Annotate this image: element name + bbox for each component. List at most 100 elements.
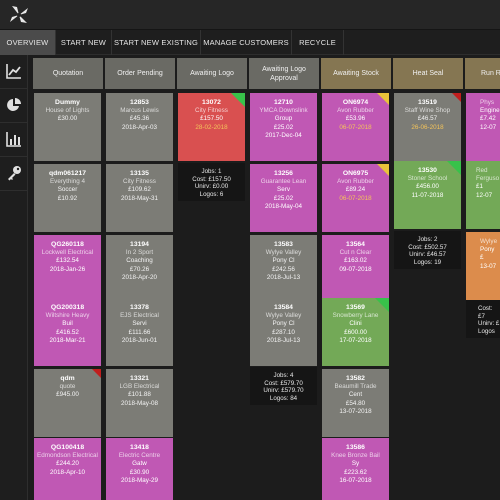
job-card[interactable]: 13519 Staff Wine Shop £46.57 26-06-2018: [394, 93, 461, 161]
job-detail: Engine: [480, 107, 500, 115]
job-detail: Pony Cl: [272, 257, 295, 265]
job-customer: Wylye Valley: [265, 312, 302, 320]
job-customer: Marcus Lewis: [120, 107, 159, 115]
job-number: 13584: [274, 304, 293, 311]
job-number: 13378: [130, 304, 149, 311]
job-card[interactable]: 13418 Electric Centre Gatw £30.90 2018-M…: [106, 438, 173, 500]
tab-overview[interactable]: OVERVIEW: [0, 30, 56, 55]
job-detail: Clini: [349, 320, 362, 328]
job-card[interactable]: Dummy House of Lights £30.00: [34, 93, 101, 161]
job-amount: £30.00: [57, 115, 78, 123]
tab-start-new-existing[interactable]: START NEW EXISTING: [112, 30, 201, 55]
column-header-awaiting-logo: Awaiting Logo: [177, 58, 247, 89]
line-chart-icon: [6, 64, 21, 79]
job-card[interactable]: ON6974 Avon Rubber £53.96 06-07-2018: [322, 93, 389, 161]
job-card[interactable]: qdm061217 Everything 4 Soccer £10.92: [34, 164, 101, 232]
summary-cost: Cost: £7: [478, 305, 493, 320]
job-card[interactable]: 13378 EJS Electrical Servi £111.66 2018-…: [106, 298, 173, 366]
job-number: 13564: [346, 241, 365, 248]
job-customer: Lockwell Electrical: [41, 249, 94, 257]
job-amount: £1: [476, 183, 484, 191]
job-card[interactable]: 13256 Guarantee Lean Serv £25.02 2018-Ma…: [250, 164, 317, 232]
job-card[interactable]: 13586 Knee Bronze Bail Sy £223.62 16-07-…: [322, 438, 389, 500]
job-card[interactable]: 13564 Cut n Clear £163.02 09-07-2018: [322, 235, 389, 303]
tab-manage-customers[interactable]: MANAGE CUSTOMERS: [201, 30, 292, 55]
job-card[interactable]: QG200318 Wiltshire Heavy Buil £416.52 20…: [34, 298, 101, 366]
job-amount: £46.57: [417, 115, 438, 123]
job-date: 2018-May-08: [120, 399, 159, 407]
job-customer: City Fitness: [195, 107, 228, 115]
job-date: 2018-Apr-03: [121, 123, 157, 131]
column-summary: Jobs: 1 Cost: £157.50 Unirv: £0.00 Logos…: [178, 163, 245, 201]
job-card[interactable]: QG100418 Edmondson Electrical £244.20 20…: [34, 438, 101, 500]
job-amount: £53.96: [345, 115, 366, 123]
job-number: QG100418: [50, 444, 85, 451]
job-card[interactable]: 13072 City Fitness £157.50 28-02-2018: [178, 93, 245, 161]
column-summary: Jobs: 4 Cost: £579.70 Unirv: £579.70 Log…: [250, 367, 317, 405]
job-detail: Soccer: [57, 186, 78, 194]
rail-item-key[interactable]: [0, 157, 28, 191]
job-number: 13418: [130, 444, 149, 451]
job-card[interactable]: 13135 City Fitness £109.62 2018-May-31: [106, 164, 173, 232]
rail-item-line-chart[interactable]: [0, 55, 28, 89]
rail-item-bar-chart[interactable]: [0, 123, 28, 157]
job-amount: £157.50: [200, 115, 223, 123]
job-amount: £242.56: [272, 265, 295, 273]
job-card[interactable]: 13321 LGB Electrical £101.88 2018-May-08: [106, 369, 173, 437]
job-customer: YMCA Downslink: [259, 107, 308, 115]
job-amount: £600.00: [344, 328, 367, 336]
job-date: 17-07-2018: [339, 336, 372, 344]
job-card[interactable]: 13583 Wylye Valley Pony Cl £242.56 2018-…: [250, 235, 317, 303]
job-amount: £945.00: [56, 391, 79, 399]
job-customer: City Fitness: [123, 178, 156, 186]
job-card[interactable]: ON6975 Avon Rubber £89.24 06-07-2018: [322, 164, 389, 232]
job-card[interactable]: 12853 Marcus Lewis £45.36 2018-Apr-03: [106, 93, 173, 161]
tab-start-new[interactable]: START NEW: [56, 30, 112, 55]
column-header-awaiting-logo-approval: Awaiting Logo Approval: [249, 58, 319, 89]
job-card[interactable]: Red Ferguso £1 12-07: [466, 161, 500, 229]
job-date: 2018-Jul-13: [266, 336, 301, 344]
job-date: 11-07-2018: [411, 191, 444, 199]
column-header-awaiting-stock: Awaiting Stock: [321, 58, 391, 89]
job-date: 2018-Jul-13: [266, 273, 301, 281]
job-card[interactable]: QG260118 Lockwell Electrical £132.54 201…: [34, 235, 101, 303]
job-card[interactable]: Phys Engine £7.42 12-07: [466, 93, 500, 161]
job-card[interactable]: 13582 Beaumill Trade Cent £54.80 13-07-2…: [322, 369, 389, 437]
rail-item-pie-chart[interactable]: [0, 89, 28, 123]
job-card[interactable]: Wylye Pony £ 13-07: [466, 232, 500, 300]
job-customer: Stoner School: [407, 175, 448, 183]
job-date: 2018-Mar-21: [49, 336, 86, 344]
job-customer: Staff Wine Shop: [404, 107, 451, 115]
summary-cost: Cost: £579.70: [264, 379, 303, 387]
job-card[interactable]: 13530 Stoner School £456.00 11-07-2018: [394, 161, 461, 229]
job-card[interactable]: 13584 Wylye Valley Pony Cl £287.10 2018-…: [250, 298, 317, 366]
flag-green-indicator: [375, 298, 389, 312]
job-date: 13-07: [480, 262, 497, 270]
job-amount: £25.02: [273, 194, 294, 202]
job-amount: £45.36: [129, 115, 150, 123]
job-date: 09-07-2018: [339, 265, 372, 273]
job-date: 12-07: [476, 191, 493, 199]
tab-bar: OVERVIEW START NEW START NEW EXISTING MA…: [0, 30, 500, 55]
flag-yellow-indicator: [377, 93, 389, 105]
job-card[interactable]: 12710 YMCA Downslink Group £25.02 2017-D…: [250, 93, 317, 161]
column-header-quotation: Quotation: [33, 58, 103, 89]
job-date: 2018-Jun-01: [121, 336, 158, 344]
job-customer: Avon Rubber: [337, 107, 374, 115]
job-number: qdm: [60, 375, 75, 382]
summary-cost: Cost: £502.57: [408, 243, 447, 251]
job-card[interactable]: 13194 In 2 Sport Coaching £70.26 2018-Ap…: [106, 235, 173, 303]
summary-cost: Cost: £157.50: [192, 175, 231, 183]
job-detail: Sy: [351, 460, 360, 468]
flag-green-indicator: [231, 93, 245, 107]
app-logo-icon[interactable]: [6, 3, 32, 27]
tab-recycle[interactable]: RECYCLE: [292, 30, 344, 55]
column-summary: Cost: £7 Unirv: £ Logos: [466, 300, 500, 338]
job-card[interactable]: qdm quote £945.00: [34, 369, 101, 437]
job-customer: In 2 Sport: [125, 249, 154, 257]
job-amount: £287.10: [272, 328, 295, 336]
job-number: 13194: [130, 241, 149, 248]
job-number: 12853: [130, 99, 149, 106]
job-card[interactable]: 13569 Snowberry Lane Clini £600.00 17-07…: [322, 298, 389, 366]
job-date: 2018-May-31: [120, 194, 159, 202]
